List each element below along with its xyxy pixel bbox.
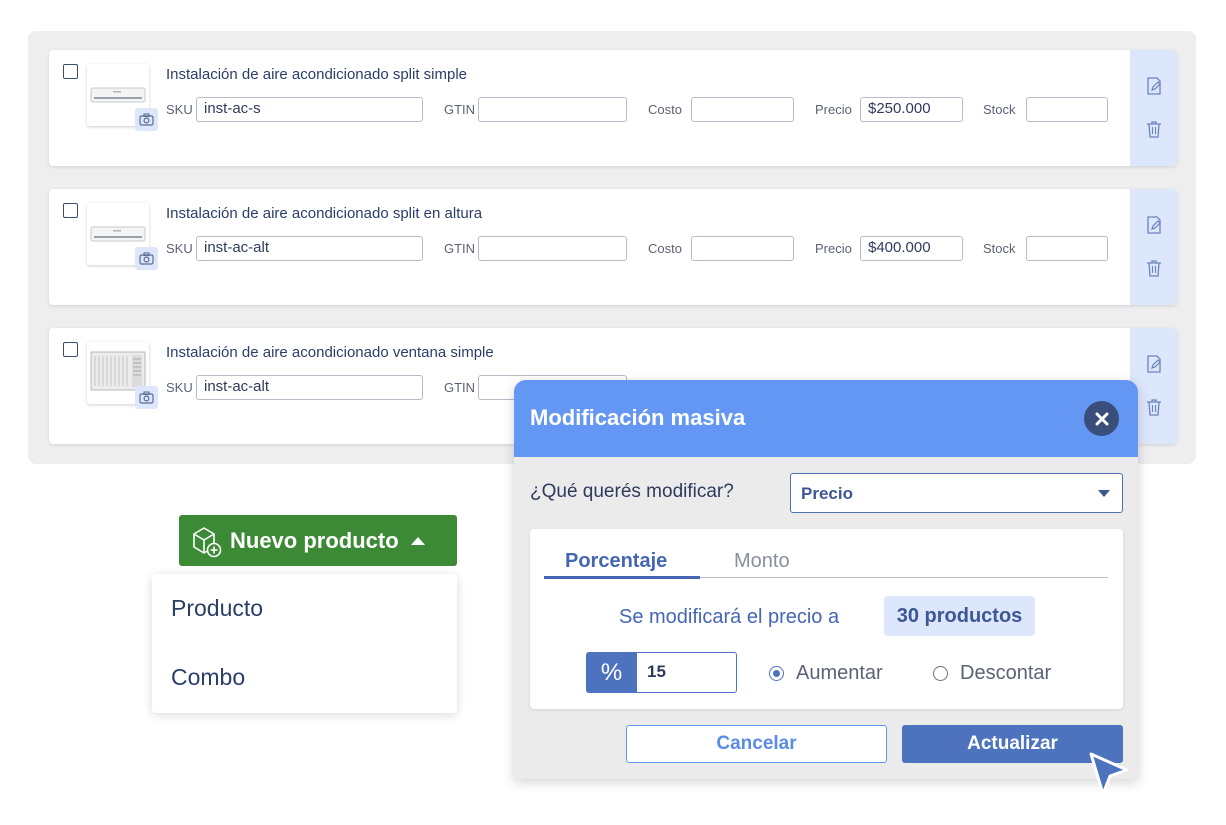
camera-icon[interactable] bbox=[135, 247, 158, 270]
trash-icon[interactable] bbox=[1144, 397, 1164, 417]
sku-input[interactable]: inst-ac-alt bbox=[196, 236, 423, 261]
product-row: Instalación de aire acondicionado split … bbox=[49, 50, 1177, 166]
row-actions bbox=[1130, 50, 1177, 166]
box-plus-icon bbox=[193, 526, 222, 557]
row-checkbox[interactable] bbox=[63, 64, 78, 79]
precio-label: Precio bbox=[815, 102, 852, 117]
product-title: Instalación de aire acondicionado ventan… bbox=[166, 344, 494, 361]
costo-input[interactable] bbox=[691, 236, 794, 261]
select-value: Precio bbox=[801, 484, 853, 503]
row-checkbox[interactable] bbox=[63, 342, 78, 357]
sku-label: SKU bbox=[166, 102, 193, 117]
product-count-badge: 30 productos bbox=[884, 596, 1035, 636]
stock-label: Stock bbox=[983, 102, 1016, 117]
stock-input[interactable] bbox=[1026, 236, 1108, 261]
product-row: Instalación de aire acondicionado split … bbox=[49, 189, 1177, 305]
camera-icon[interactable] bbox=[135, 108, 158, 131]
edit-icon[interactable] bbox=[1144, 354, 1164, 374]
sku-label: SKU bbox=[166, 241, 193, 256]
caret-up-icon bbox=[410, 536, 425, 545]
product-title: Instalación de aire acondicionado split … bbox=[166, 205, 483, 222]
product-title: Instalación de aire acondicionado split … bbox=[166, 66, 468, 83]
modify-question-label: ¿Qué querés modificar? bbox=[530, 481, 734, 502]
camera-icon[interactable] bbox=[135, 386, 158, 409]
active-tab-indicator bbox=[544, 576, 700, 579]
precio-input[interactable]: $400.000 bbox=[860, 236, 963, 261]
new-product-label: Nuevo producto bbox=[230, 527, 399, 553]
gtin-label: GTIN bbox=[444, 380, 476, 395]
row-actions bbox=[1130, 189, 1177, 305]
gtin-label: GTIN bbox=[444, 102, 476, 117]
stock-input[interactable] bbox=[1026, 97, 1108, 122]
precio-input[interactable]: $250.000 bbox=[860, 97, 963, 122]
close-button[interactable] bbox=[1084, 401, 1119, 436]
info-text: Se modificará el precio a bbox=[619, 606, 840, 628]
trash-icon[interactable] bbox=[1144, 119, 1164, 139]
sku-input[interactable]: inst-ac-s bbox=[196, 97, 423, 122]
trash-icon[interactable] bbox=[1144, 258, 1164, 278]
radio-aumentar-label[interactable]: Aumentar bbox=[796, 662, 883, 685]
radio-descontar-label[interactable]: Descontar bbox=[960, 662, 1051, 685]
new-product-button[interactable]: Nuevo producto bbox=[179, 515, 457, 566]
gtin-label: GTIN bbox=[444, 241, 476, 256]
bulk-edit-modal: Modificación masiva ¿Qué querés modifica… bbox=[514, 380, 1138, 779]
stock-label: Stock bbox=[983, 241, 1016, 256]
modal-title: Modificación masiva bbox=[530, 405, 746, 430]
modify-options-panel: Porcentaje Monto Se modificará el precio… bbox=[530, 529, 1123, 709]
cancel-button[interactable]: Cancelar bbox=[626, 725, 887, 763]
radio-descontar[interactable] bbox=[933, 666, 948, 681]
chevron-down-icon bbox=[1098, 490, 1110, 497]
menu-item-combo[interactable]: Combo bbox=[171, 664, 245, 691]
menu-item-producto[interactable]: Producto bbox=[171, 595, 263, 622]
close-icon bbox=[1095, 412, 1108, 425]
cursor-arrow-icon bbox=[1089, 752, 1129, 796]
edit-icon[interactable] bbox=[1144, 76, 1164, 96]
tab-porcentaje[interactable]: Porcentaje bbox=[565, 550, 667, 573]
percent-input[interactable]: 15 bbox=[636, 652, 737, 693]
tab-monto[interactable]: Monto bbox=[734, 550, 790, 573]
precio-label: Precio bbox=[815, 241, 852, 256]
percent-symbol: % bbox=[586, 652, 637, 693]
modify-field-select[interactable]: Precio bbox=[790, 473, 1123, 513]
edit-icon[interactable] bbox=[1144, 215, 1164, 235]
costo-label: Costo bbox=[648, 241, 682, 256]
new-product-menu: Producto Combo bbox=[152, 574, 457, 713]
sku-label: SKU bbox=[166, 380, 193, 395]
gtin-input[interactable] bbox=[478, 97, 627, 122]
gtin-input[interactable] bbox=[478, 236, 627, 261]
sku-input[interactable]: inst-ac-alt bbox=[196, 375, 423, 400]
costo-label: Costo bbox=[648, 102, 682, 117]
radio-aumentar[interactable] bbox=[769, 666, 784, 681]
modal-header: Modificación masiva bbox=[514, 380, 1138, 457]
row-checkbox[interactable] bbox=[63, 203, 78, 218]
costo-input[interactable] bbox=[691, 97, 794, 122]
